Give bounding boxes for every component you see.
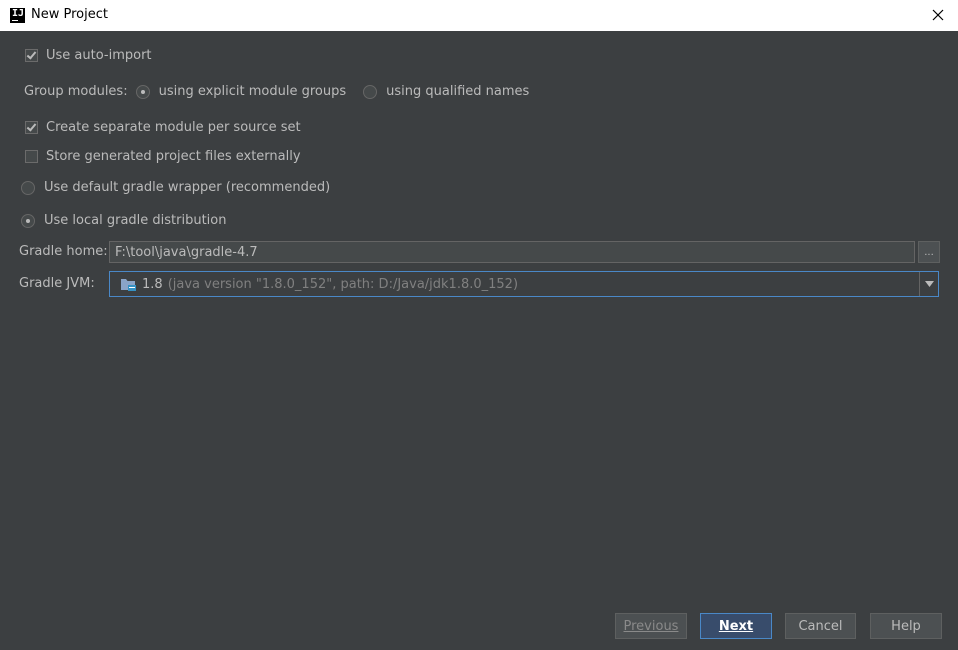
cancel-label: Cancel [798, 618, 843, 634]
separate-module-checkbox[interactable] [25, 121, 38, 134]
jvm-detail: (java version "1.8.0_152", path: D:/Java… [167, 276, 519, 292]
close-icon [932, 9, 944, 21]
gradle-jvm-select[interactable]: 1.8 (java version "1.8.0_152", path: D:/… [109, 271, 939, 297]
local-gradle-radio[interactable] [21, 213, 35, 228]
store-externally-label: Store generated project files externally [46, 149, 301, 164]
qualified-names-radio[interactable] [363, 84, 378, 99]
separate-module-label: Create separate module per source set [46, 120, 301, 135]
store-externally-option[interactable]: Store generated project files externally [25, 149, 301, 164]
ellipsis-label: ... [924, 246, 934, 258]
qualified-names-label[interactable]: using qualified names [386, 84, 529, 99]
gradle-home-value: F:\tool\java\gradle-4.7 [115, 244, 258, 260]
auto-import-checkbox[interactable] [25, 49, 38, 62]
chevron-down-icon [924, 281, 934, 287]
gradle-home-label: Gradle home: [19, 244, 108, 259]
close-button[interactable] [926, 3, 950, 27]
dialog-content: Use auto-import Group modules: using exp… [0, 31, 958, 650]
next-label: Next [718, 618, 754, 634]
next-button[interactable]: Next [700, 613, 772, 639]
jdk-folder-icon [121, 278, 136, 291]
help-button[interactable]: Help [870, 613, 942, 639]
jvm-version: 1.8 [142, 276, 163, 292]
group-modules-row: Group modules: using explicit module gro… [24, 84, 529, 99]
gradle-jvm-label: Gradle JVM: [19, 276, 95, 291]
local-gradle-label: Use local gradle distribution [44, 213, 227, 228]
previous-button[interactable]: Previous [615, 613, 687, 639]
explicit-groups-label[interactable]: using explicit module groups [159, 84, 347, 99]
previous-label: Previous [623, 618, 679, 634]
group-modules-label: Group modules: [24, 84, 128, 99]
auto-import-option[interactable]: Use auto-import [25, 48, 152, 63]
title-bar: IJ New Project [0, 0, 958, 31]
gradle-wrapper-label: Use default gradle wrapper (recommended) [44, 180, 331, 195]
auto-import-label: Use auto-import [46, 48, 152, 63]
gradle-jvm-label-row: Gradle JVM: [19, 276, 95, 291]
explicit-groups-radio[interactable] [135, 84, 150, 99]
gradle-home-label-row: Gradle home: [19, 244, 108, 259]
separate-module-option[interactable]: Create separate module per source set [25, 120, 301, 135]
intellij-logo-icon: IJ [10, 8, 25, 23]
store-externally-checkbox[interactable] [25, 150, 38, 163]
help-label: Help [891, 618, 921, 634]
window-title: New Project [31, 7, 108, 22]
gradle-wrapper-option[interactable]: Use default gradle wrapper (recommended) [21, 180, 330, 195]
gradle-home-input[interactable]: F:\tool\java\gradle-4.7 [109, 241, 915, 263]
gradle-wrapper-radio[interactable] [21, 180, 35, 195]
dropdown-arrow-button[interactable] [919, 272, 938, 296]
local-gradle-option[interactable]: Use local gradle distribution [21, 213, 226, 228]
cancel-button[interactable]: Cancel [785, 613, 856, 639]
browse-button[interactable]: ... [918, 241, 940, 263]
